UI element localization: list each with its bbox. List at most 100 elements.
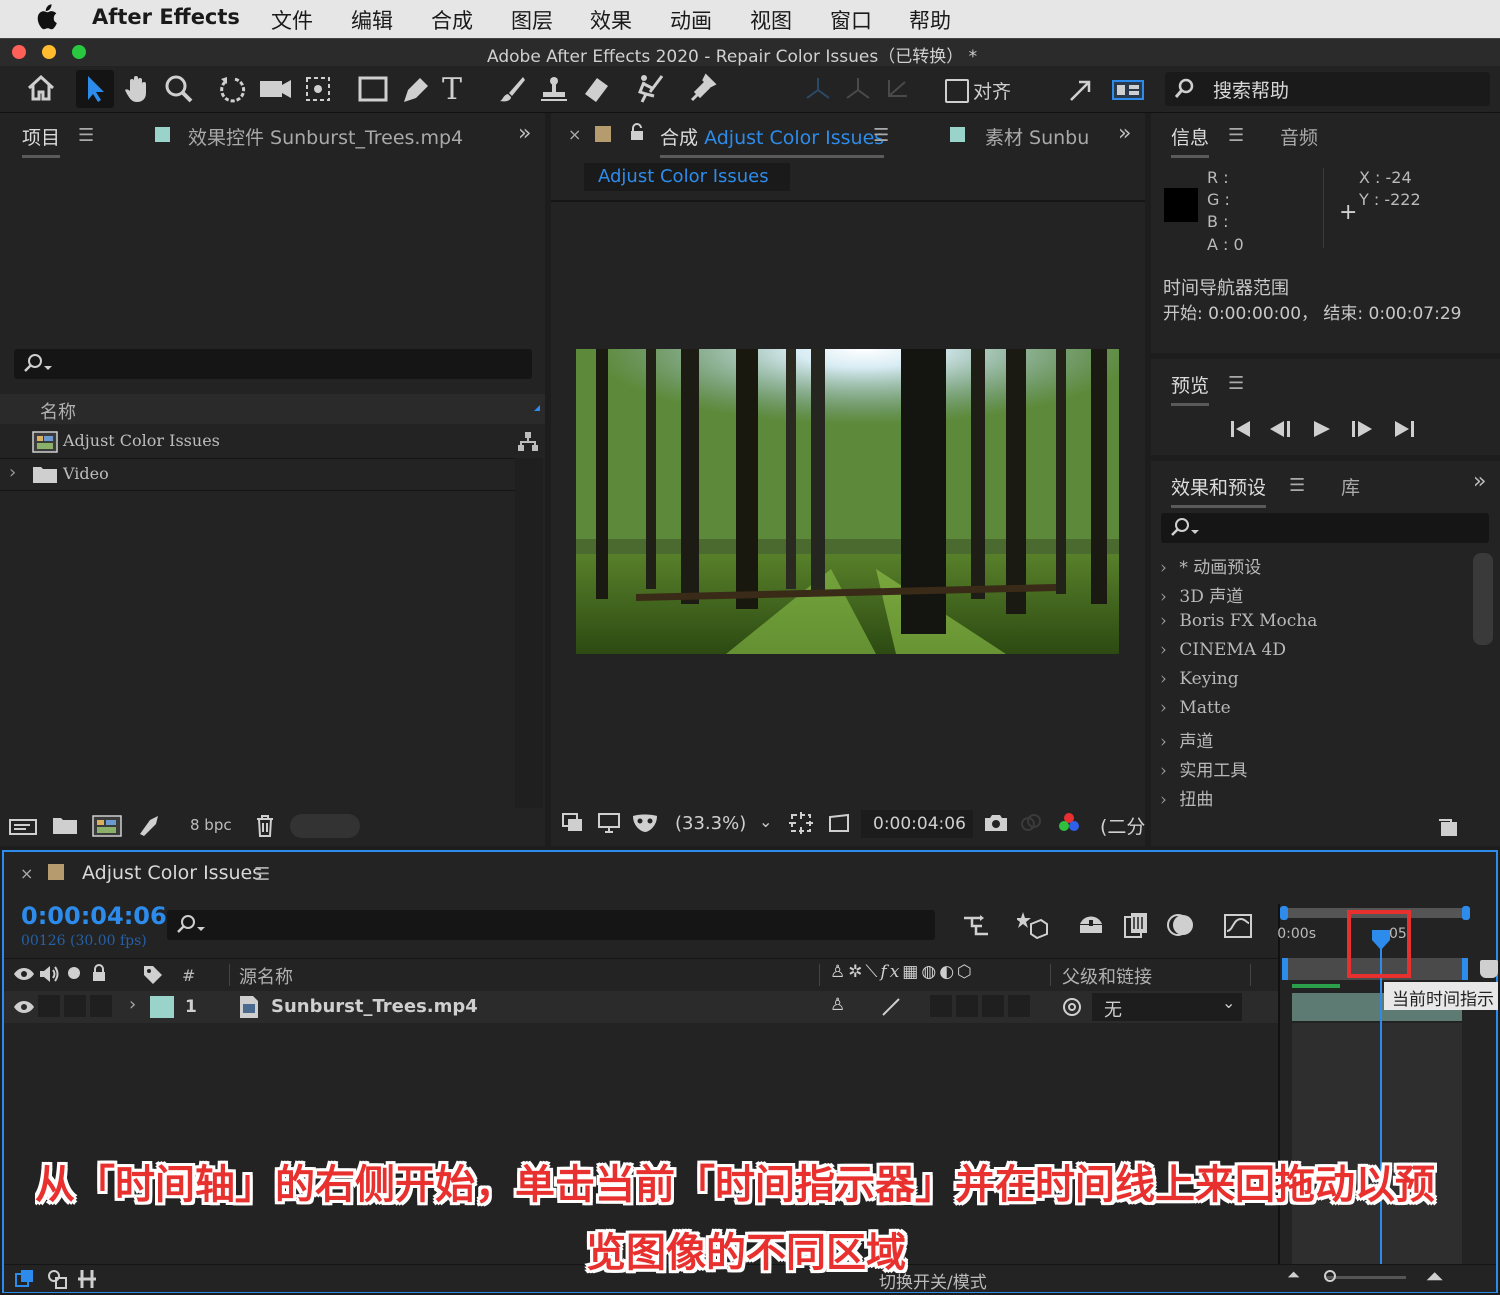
apple-icon[interactable]: [34, 3, 58, 31]
timeline-comp-name[interactable]: Adjust Color Issues: [82, 862, 262, 884]
comp-marker-bin[interactable]: [1480, 960, 1498, 978]
switch-cell[interactable]: [1008, 995, 1030, 1017]
timeline-search-input[interactable]: [167, 910, 935, 940]
column-number[interactable]: #: [182, 966, 195, 985]
current-time-display[interactable]: 0:00:04:06: [21, 902, 167, 930]
motion-blur-icon[interactable]: [1167, 911, 1195, 939]
lock-icon[interactable]: [90, 963, 108, 983]
project-search-input[interactable]: [14, 349, 532, 379]
list-item[interactable]: › 实用工具: [1160, 756, 1247, 781]
pen-tool-icon[interactable]: [400, 74, 432, 104]
axis-local-icon[interactable]: [803, 76, 833, 102]
frame-blending-icon[interactable]: [1123, 911, 1151, 939]
preview-menu-icon[interactable]: ☰: [1228, 373, 1244, 394]
menu-view[interactable]: 视图: [750, 5, 792, 35]
comp-layers-icon[interactable]: [14, 1268, 36, 1290]
project-menu-icon[interactable]: ☰: [78, 125, 94, 146]
zoom-out-icon[interactable]: ⏶: [1287, 1265, 1300, 1285]
menu-file[interactable]: 文件: [271, 5, 313, 35]
list-item[interactable]: › 3D 声道: [1160, 582, 1243, 607]
pickwhip-spiral-icon[interactable]: [1061, 996, 1083, 1018]
minimize-window-button[interactable]: [42, 45, 56, 59]
magnification-dropdown[interactable]: (33.3%) ⌄: [669, 810, 779, 838]
mask-visibility-icon[interactable]: [631, 812, 659, 834]
list-item[interactable]: › Video: [0, 460, 515, 490]
last-frame-icon[interactable]: [1392, 419, 1416, 439]
menu-effect[interactable]: 效果: [590, 5, 632, 35]
list-item[interactable]: › 声道: [1160, 727, 1213, 752]
column-name[interactable]: 名称: [40, 398, 76, 424]
switches-header-icons[interactable]: ♙✲⟍fx▦◍◐⬡: [830, 962, 975, 982]
list-item[interactable]: › * 动画预设: [1160, 553, 1261, 578]
column-parent-link[interactable]: 父级和链接: [1062, 963, 1152, 989]
new-folder-icon[interactable]: [52, 815, 78, 837]
menu-edit[interactable]: 编辑: [351, 5, 393, 35]
interpret-footage-icon[interactable]: [8, 816, 38, 838]
effects-menu-icon[interactable]: ☰: [1289, 475, 1305, 496]
tab-composition[interactable]: 合成 Adjust Color Issues: [660, 123, 885, 158]
navigator-end-handle[interactable]: [1462, 906, 1470, 920]
pan-behind-tool-icon[interactable]: [303, 74, 333, 104]
shy-layers-icon[interactable]: [1076, 912, 1106, 938]
tab-preview[interactable]: 预览: [1171, 371, 1210, 406]
list-item[interactable]: › Boris FX Mocha: [1160, 611, 1317, 631]
solo-icon[interactable]: [68, 967, 80, 979]
hand-tool-icon[interactable]: [122, 74, 152, 104]
snapshot-camera-icon[interactable]: [983, 812, 1009, 834]
list-item[interactable]: › CINEMA 4D: [1160, 640, 1286, 660]
switch-cell[interactable]: [956, 995, 978, 1017]
list-item[interactable]: › Matte: [1160, 698, 1231, 718]
table-row[interactable]: › 1 Sunburst_Trees.mp4 ♙ 无 ⌄: [4, 991, 1278, 1023]
transfer-controls-icon[interactable]: [46, 1268, 68, 1290]
panel-overflow-icon[interactable]: »: [518, 121, 531, 146]
lock-icon[interactable]: [629, 122, 645, 142]
chevron-right-icon[interactable]: ›: [9, 462, 16, 483]
graph-editor-icon[interactable]: [1223, 911, 1253, 939]
chevron-right-icon[interactable]: ›: [129, 994, 136, 1015]
camera-tool-icon[interactable]: [258, 76, 294, 102]
monitor-icon[interactable]: [597, 812, 621, 834]
tab-footage[interactable]: 素材 Sunbu: [985, 123, 1089, 150]
next-frame-icon[interactable]: [1350, 419, 1374, 439]
new-composition-icon[interactable]: [92, 815, 122, 837]
audio-speaker-icon[interactable]: [38, 964, 60, 984]
menu-composition[interactable]: 合成: [431, 5, 473, 35]
timeline-zoom-handle[interactable]: [1324, 1270, 1336, 1282]
tab-library[interactable]: 库: [1341, 473, 1360, 500]
quality-switch-icon[interactable]: [880, 996, 902, 1018]
navigator-start-handle[interactable]: [1280, 906, 1288, 920]
puppet-tool-icon[interactable]: [688, 72, 718, 104]
list-item[interactable]: › 扭曲: [1160, 785, 1213, 810]
menu-animation[interactable]: 动画: [670, 5, 712, 35]
comp-breadcrumb[interactable]: Adjust Color Issues: [584, 163, 790, 191]
rotate-tool-icon[interactable]: [218, 74, 248, 104]
lock-toggle[interactable]: [90, 995, 112, 1017]
expand-icon[interactable]: [1067, 78, 1093, 102]
effects-scrollbar[interactable]: [1473, 553, 1493, 645]
thumbnail-slider[interactable]: [290, 814, 360, 838]
tab-effect-controls[interactable]: 效果控件 Sunburst_Trees.mp4: [188, 123, 463, 150]
zoom-in-icon[interactable]: ⏶: [1426, 1265, 1444, 1290]
shy-switch-icon[interactable]: ♙: [830, 962, 848, 982]
label-tag-icon[interactable]: [142, 964, 164, 984]
region-of-interest-icon[interactable]: [788, 811, 814, 835]
menu-help[interactable]: 帮助: [909, 5, 951, 35]
tab-effects-presets[interactable]: 效果和预设: [1171, 473, 1267, 508]
brush-tool-icon[interactable]: [497, 74, 527, 104]
menu-app-name[interactable]: After Effects: [92, 5, 240, 29]
comp-flowchart-icon[interactable]: [962, 912, 992, 938]
shy-switch-icon[interactable]: ♙: [830, 995, 845, 1015]
channel-rgb-icon[interactable]: [1056, 811, 1082, 835]
menu-window[interactable]: 窗口: [830, 5, 872, 35]
snap-checkbox[interactable]: [945, 79, 969, 103]
workspace-icon[interactable]: [1111, 78, 1145, 102]
parent-dropdown[interactable]: 无 ⌄: [1092, 993, 1242, 1021]
effects-search-input[interactable]: [1161, 513, 1489, 543]
bpc-button[interactable]: 8 bpc: [190, 816, 232, 834]
close-tab-icon[interactable]: ×: [20, 864, 33, 883]
panel-overflow-icon[interactable]: »: [1118, 121, 1131, 146]
tab-audio[interactable]: 音频: [1280, 123, 1318, 150]
type-tool-icon[interactable]: T: [442, 72, 462, 107]
show-snapshot-icon[interactable]: [1019, 812, 1043, 834]
zoom-window-button[interactable]: [72, 45, 86, 59]
